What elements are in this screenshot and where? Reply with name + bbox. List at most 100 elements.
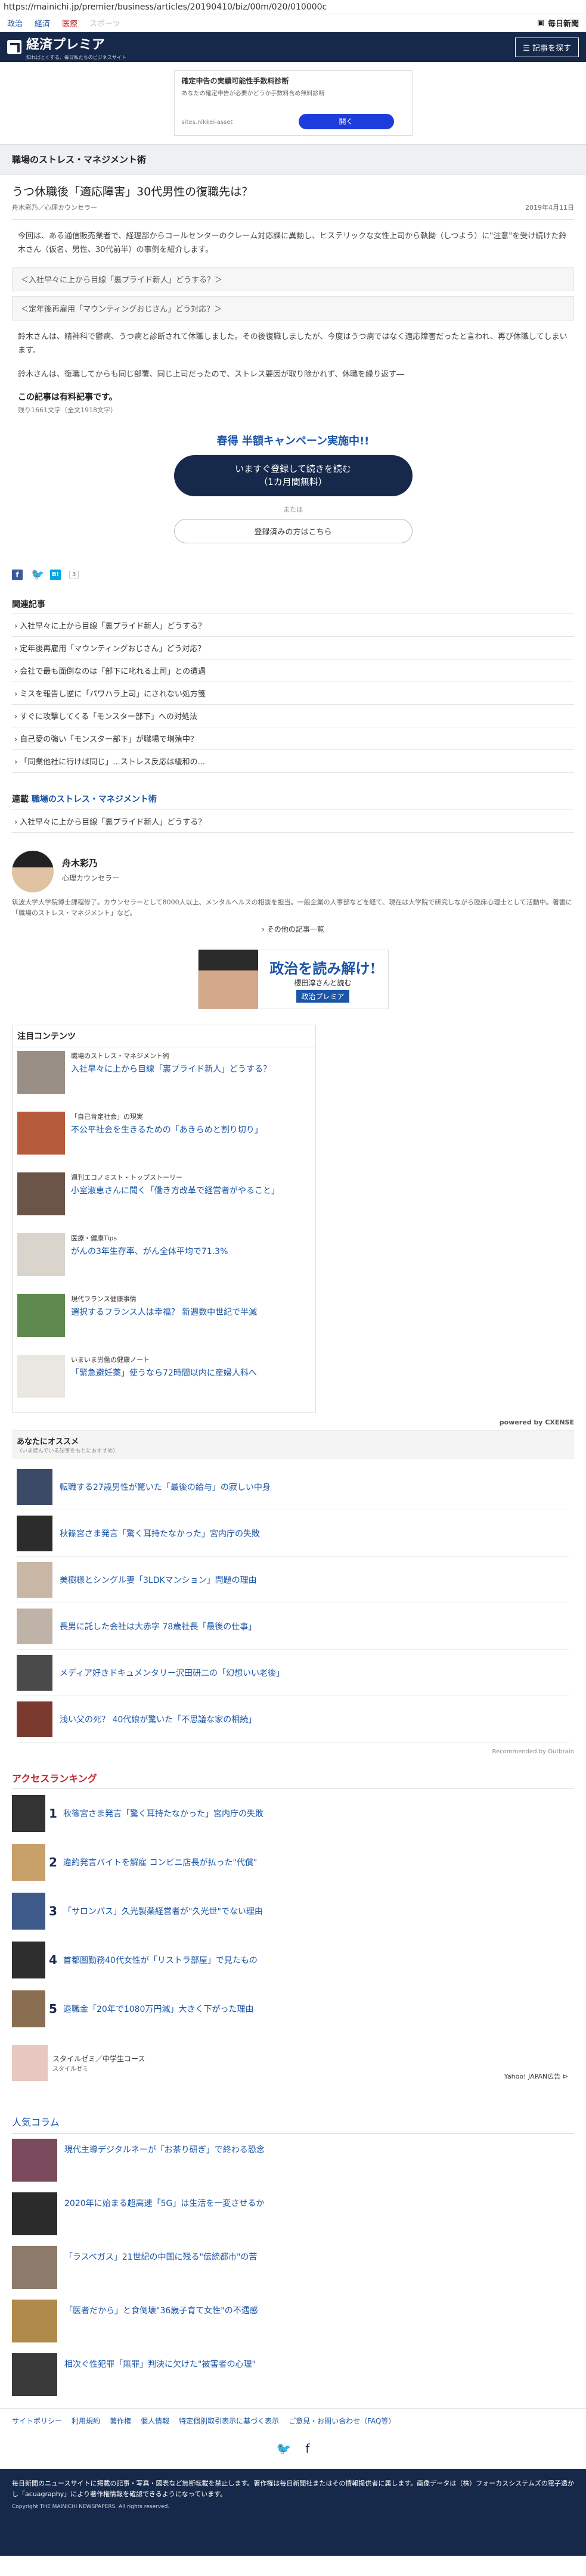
search-articles-button[interactable]: ☰ 記事を探す bbox=[515, 37, 579, 57]
mainichi-brand[interactable]: ▣ 毎日新聞 bbox=[537, 17, 579, 29]
chevron-right-icon: › bbox=[14, 644, 18, 654]
promo-ad[interactable]: スタイルゼミ／中学生コース スタイルゼミ Yahoo! JAPAN広告 ⊳ bbox=[12, 2039, 574, 2087]
related-item[interactable]: › ミスを報告し逆に「パワハラ上司」にされない処方箋 bbox=[12, 682, 574, 705]
ranking-item[interactable]: 3 「サロンパス」久光製薬経営者が"久光世"でない理由 bbox=[12, 1887, 574, 1936]
related-item[interactable]: › 「同業他社に行けば同じ」...ストレス反応は緩和の... bbox=[12, 750, 574, 773]
recommend-item[interactable]: 転職する27歳男性が驚いた「最後の給与」の寂しい中身 bbox=[17, 1464, 569, 1511]
article-author[interactable]: 舟木彩乃／心理カウンセラー bbox=[12, 203, 97, 212]
recommend-item[interactable]: 長男に託した会社は大赤字 78歳社長「最後の仕事」 bbox=[17, 1603, 569, 1650]
attention-item[interactable]: 職場のストレス・マネジメント術 入社早々に上から目線「裏プライド新人」どうする？ bbox=[13, 1047, 315, 1108]
article-date: 2019年4月11日 bbox=[525, 204, 574, 211]
footer-social: 🐦 f bbox=[0, 2433, 586, 2469]
chevron-right-icon: › bbox=[14, 621, 18, 631]
column-item[interactable]: 現代主導デジタルネーが「お茶り研ぎ」で終わる恐念 bbox=[12, 2134, 574, 2188]
footer-link[interactable]: 特定個別取引表示に基づく表示 bbox=[179, 2416, 279, 2426]
chevron-right-icon: › bbox=[14, 757, 18, 767]
attention-item[interactable]: 「自己肯定社会」の現実 不公平社会を生きるための「あきらめと割り切り」 bbox=[13, 1108, 315, 1169]
recommend-item[interactable]: メディア好きドキュメンタリー沢田研二の「幻想いい老後」 bbox=[17, 1650, 569, 1697]
chevron-right-icon: › bbox=[14, 667, 18, 676]
ad-open-button[interactable]: 開く bbox=[298, 114, 394, 129]
related-item[interactable]: › 定年後再雇用「マウンティングおじさん」どう対応？ bbox=[12, 637, 574, 659]
subscribe-button[interactable]: いますぐ登録して続きを読む （1カ月間無料） bbox=[173, 455, 413, 496]
attention-thumbnail bbox=[17, 1355, 65, 1398]
attention-thumbnail bbox=[17, 1294, 65, 1337]
mainichi-logo-icon: ▣ bbox=[537, 18, 544, 27]
yahoo-ad-label[interactable]: Yahoo! JAPAN広告 ⊳ bbox=[504, 2071, 568, 2081]
ranking-item[interactable]: 4 首都圏勤務40代女性が「リストラ部屋」で見たもの bbox=[12, 1936, 574, 1984]
column-item[interactable]: 相次ぐ性犯罪「無罪」判決に欠けた"被害者の心理" bbox=[12, 2348, 574, 2402]
outbrain-credit[interactable]: Recommended by Outbrain bbox=[12, 1749, 574, 1755]
recommend-list: 転職する27歳男性が驚いた「最後の給与」の寂しい中身 秋篠宮さま発言「驚く耳持た… bbox=[12, 1459, 574, 1743]
related-list: › 入社早々に上から目線「裏プライド新人」どうする？ › 定年後再雇用「マウンティン… bbox=[12, 613, 574, 773]
site-logo[interactable]: 経済プレミア 知ればとくする、毎日私たちのビジネスサイト bbox=[7, 34, 126, 61]
chevron-right-icon: › bbox=[14, 689, 18, 699]
site-header: 経済プレミア 知ればとくする、毎日私たちのビジネスサイト ☰ 記事を探す bbox=[0, 32, 586, 62]
author-card: 舟木彩乃 心理カウンセラー bbox=[12, 850, 574, 892]
footer-link[interactable]: 個人情報 bbox=[141, 2416, 169, 2426]
nav-sports[interactable]: スポーツ bbox=[89, 17, 120, 29]
facebook-icon[interactable]: f bbox=[305, 2441, 309, 2456]
promo-thumbnail bbox=[12, 2045, 48, 2082]
hatena-bookmark-icon[interactable]: B! bbox=[50, 569, 61, 580]
attention-thumbnail bbox=[17, 1233, 65, 1277]
footer-link[interactable]: ご意見・お問い合わせ（FAQ等） bbox=[289, 2416, 395, 2426]
logo-arrow-icon bbox=[7, 40, 21, 54]
footer-link[interactable]: サイトポリシー bbox=[12, 2416, 62, 2426]
article-paragraph: 今回は、ある通信販売業者で、経理部からコールセンターのクレーム対応課に異動し、ヒ… bbox=[18, 232, 567, 255]
top-nav: 政治 経済 医療 スポーツ ▣ 毎日新聞 bbox=[0, 14, 586, 32]
inline-related-link[interactable]: ＜入社早々に上から目線「裏プライド新人」どうする？＞ bbox=[12, 266, 574, 291]
recommend-header: あなたにオススメ （いま読んでいる記事をもとにおすすめ） bbox=[12, 1430, 574, 1460]
nav-economy[interactable]: 経済 bbox=[35, 17, 50, 29]
related-item[interactable]: › 自己愛の強い「モンスター部下」が職場で増殖中？ bbox=[12, 727, 574, 750]
ranking-item[interactable]: 1 秋篠宮さま発言「驚く耳持たなかった」宮内庁の失敗 bbox=[12, 1789, 574, 1838]
chevron-right-icon: › bbox=[14, 817, 18, 827]
author-more-link[interactable]: › その他の記事一覧 bbox=[12, 924, 574, 934]
twitter-share-icon[interactable]: 🐦 bbox=[31, 569, 44, 580]
facebook-share-icon[interactable]: f bbox=[12, 569, 23, 580]
ranking-heading: アクセスランキング bbox=[12, 1771, 574, 1790]
chevron-right-icon: › bbox=[14, 735, 18, 744]
related-item[interactable]: › すぐに攻撃してくる「モンスター部下」への対処法 bbox=[12, 705, 574, 727]
author-photo bbox=[12, 850, 54, 892]
powered-by-cxense[interactable]: powered by CXENSE bbox=[12, 1418, 574, 1426]
banner-photo bbox=[198, 950, 258, 1010]
attention-item[interactable]: 現代フランス健康事情 選択するフランス人は幸福？ 新週数中世紀で半減 bbox=[13, 1290, 315, 1351]
top-ad[interactable]: 確定申告の実績可能性手数料診断 あなたの確定申告が必要かどうか手数料含め無料診断… bbox=[173, 70, 413, 136]
section-title[interactable]: 職場のストレス・マネジメント術 bbox=[0, 144, 586, 175]
ranking-item[interactable]: 5 退職金「20年で1080万円減」大きく下がった理由 bbox=[12, 1984, 574, 2033]
share-bar: f 🐦 B! 3 bbox=[12, 569, 574, 580]
related-item[interactable]: › 会社で最も面倒なのは「部下に叱れる上司」との遭遇 bbox=[12, 659, 574, 682]
column-item[interactable]: 「医者だから」と食倒壊"36歳子育て女性"の不遇感 bbox=[12, 2295, 574, 2348]
column-item[interactable]: 「ラスベガス」21世紀の中国に残る"伝統都市"の苦 bbox=[12, 2241, 574, 2295]
campaign-box: 春得 半額キャンペーン実施中!! いますぐ登録して続きを読む （1カ月間無料） ま… bbox=[12, 433, 574, 543]
nav-medical[interactable]: 医療 bbox=[62, 17, 77, 29]
recommend-item[interactable]: 美樹様とシングル妻「3LDKマンション」問題の理由 bbox=[17, 1557, 569, 1604]
footer-link[interactable]: 著作権 bbox=[110, 2416, 131, 2426]
related-item[interactable]: › 入社早々に上から目線「裏プライド新人」どうする？ bbox=[12, 613, 574, 637]
footer-link[interactable]: 利用規約 bbox=[72, 2416, 100, 2426]
attention-item[interactable]: 週刊エコノミスト・トップストーリー 小室淑恵さんに聞く「働き方改革で経営者がやるこ… bbox=[13, 1169, 315, 1230]
recommend-item[interactable]: 浅い父の死？ 40代娘が驚いた「不思議な家の相続」 bbox=[17, 1696, 569, 1743]
nav-politics[interactable]: 政治 bbox=[7, 17, 23, 29]
article-paragraph: 鈴木さんは、精神科で鬱病、うつ病と診断されて休職しました。その後復職しましたが、… bbox=[18, 332, 568, 356]
login-button[interactable]: 登録済みの方はこちら bbox=[173, 518, 413, 543]
ranking-item[interactable]: 2 違約発言バイトを解雇 コンビニ店長が払った"代償" bbox=[12, 1838, 574, 1887]
column-item[interactable]: 2020年に始まる超高速「5G」は生活を一変させるか bbox=[12, 2188, 574, 2241]
article-paragraph: 鈴木さんは、復職してからも同じ部署、同じ上司だったので、ストレス要因が取り除かれ… bbox=[18, 369, 405, 379]
author-name[interactable]: 舟木彩乃 bbox=[62, 857, 119, 869]
article-title: うつ休職後「適応障害」30代男性の復職先は？ bbox=[12, 185, 253, 198]
attention-item[interactable]: いまいま労働の健康ノート 「緊急避妊薬」使うなら72時間以内に産婦人科へ bbox=[13, 1351, 315, 1412]
twitter-icon[interactable]: 🐦 bbox=[277, 2441, 292, 2456]
attention-item[interactable]: 医療・健康Tips がんの3年生存率、がん全体平均で71.3% bbox=[13, 1230, 315, 1290]
copyright: Copyright THE MAINICHI NEWSPAPERS. All r… bbox=[12, 2504, 170, 2510]
url-bar[interactable]: https://mainichi.jp/premier/business/art… bbox=[0, 0, 586, 14]
related-heading: 関連記事 bbox=[12, 599, 45, 609]
politics-premier-banner[interactable]: 政治を読み解け! 櫻田淳さんと読む 政治プレミア bbox=[197, 950, 389, 1010]
author-role: 心理カウンセラー bbox=[62, 873, 120, 882]
inline-related-link[interactable]: ＜定年後再雇用「マウンティングおじさん」どう対応？＞ bbox=[12, 295, 574, 321]
inline-related-box: ＜入社早々に上から目線「裏プライド新人」どうする？＞ ＜定年後再雇用「マウンティ… bbox=[12, 266, 574, 321]
footer-notice: 毎日新聞のニュースサイトに掲載の記事・写真・図表など無断転載を禁止します。著作権… bbox=[0, 2469, 586, 2556]
recommend-item[interactable]: 秋篠宮さま発言「驚く耳持たなかった」宮内庁の失敗 bbox=[17, 1510, 569, 1557]
attention-thumbnail bbox=[17, 1051, 65, 1094]
series-item[interactable]: › 入社早々に上から目線「裏プライド新人」どうする？ bbox=[12, 810, 574, 833]
